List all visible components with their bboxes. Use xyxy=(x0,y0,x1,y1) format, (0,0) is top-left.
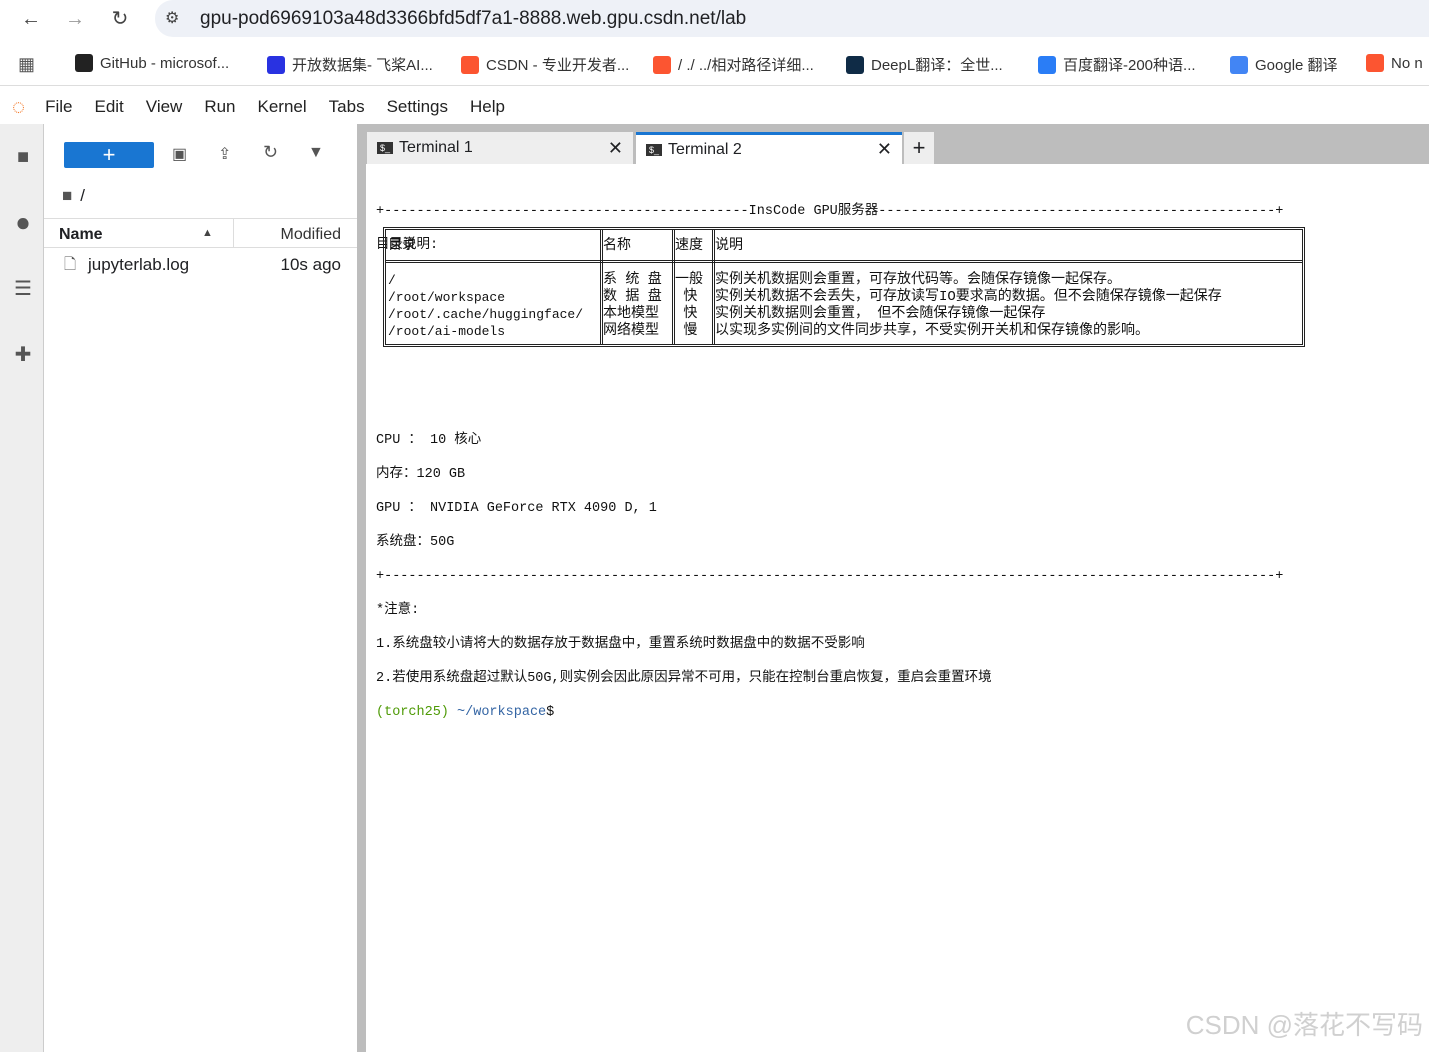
menu-kernel[interactable]: Kernel xyxy=(258,97,307,117)
tab-terminal-2[interactable]: $_ Terminal 2 ✕ xyxy=(636,132,902,164)
extensions-icon[interactable]: ✚ xyxy=(10,342,36,368)
menu-bar: ◌ File Edit View Run Kernel Tabs Setting… xyxy=(0,90,1429,124)
bookmark-item[interactable]: DeepL翻译：全世... xyxy=(846,54,1003,75)
menu-edit[interactable]: Edit xyxy=(94,97,123,117)
col-name: 系 统 盘 数 据 盘 本地模型 网络模型 xyxy=(603,272,662,339)
cpu-info: CPU ： 10 核心 xyxy=(376,433,482,448)
menu-file[interactable]: File xyxy=(45,97,72,117)
bookmark-label: 开放数据集- 飞桨AI... xyxy=(292,57,433,74)
tab-terminal-1[interactable]: $_ Terminal 1 ✕ xyxy=(367,132,633,164)
site-info-icon[interactable]: ⚙ xyxy=(165,8,179,28)
folder-icon[interactable]: ■ xyxy=(62,186,72,206)
menu-help[interactable]: Help xyxy=(470,97,505,117)
breadcrumb-root[interactable]: / xyxy=(80,186,85,206)
banner: +---------------------------------------… xyxy=(376,204,1284,219)
bookmark-label: GitHub - microsof... xyxy=(100,54,230,72)
note-2: 2.若使用系统盘超过默认50G,则实例会因此原因异常不可用，只能在控制台重启恢复… xyxy=(376,671,992,686)
terminal-icon: $_ xyxy=(646,143,663,156)
panel-splitter[interactable] xyxy=(357,124,366,1052)
bookmark-item[interactable]: CSDN - 专业开发者... xyxy=(461,54,629,75)
header-dir: 目录 xyxy=(388,238,416,254)
toc-icon[interactable]: ☰ xyxy=(10,276,36,302)
browser-toolbar: ← → ↻ ⚙ gpu-pod6969103a48d3366bfd5df7a1-… xyxy=(0,0,1429,40)
file-modified: 10s ago xyxy=(280,255,342,274)
header-speed: 速度 xyxy=(675,238,703,254)
bookmark-favicon-icon xyxy=(267,55,285,74)
bookmark-favicon-icon xyxy=(653,55,671,74)
menu-tabs[interactable]: Tabs xyxy=(329,97,365,117)
bookmark-item[interactable]: / ./ ../相对路径详细... xyxy=(653,54,814,75)
file-list-header: Name ▲ Modified xyxy=(44,218,357,248)
disk-info: 系统盘：50G xyxy=(376,535,455,550)
bookmark-favicon-icon xyxy=(846,55,864,74)
gpu-info: GPU ： NVIDIA GeForce RTX 4090 D, 1 xyxy=(376,501,657,516)
upload-icon[interactable]: ⇪ xyxy=(218,144,231,164)
bookmark-item[interactable]: 百度翻译-200种语... xyxy=(1038,54,1196,75)
back-icon[interactable]: ← xyxy=(18,6,44,32)
modified-column-header[interactable]: Modified xyxy=(281,226,341,244)
forward-icon[interactable]: → xyxy=(62,6,88,32)
new-tab-button[interactable]: + xyxy=(904,132,934,164)
file-name[interactable]: jupyterlab.log xyxy=(88,255,189,275)
bookmark-label: No n xyxy=(1391,54,1423,72)
header-desc: 说明 xyxy=(715,238,743,254)
terminal-icon: $_ xyxy=(377,142,394,154)
separator: +---------------------------------------… xyxy=(376,569,1284,584)
bookmark-label: DeepL翻译：全世... xyxy=(871,57,1003,74)
file-icon: 🗋 xyxy=(64,256,77,273)
col-speed: 一般 快 快 慢 xyxy=(675,272,703,339)
refresh-icon[interactable]: ↻ xyxy=(263,142,278,163)
col-dir: / /root/workspace /root/.cache/huggingfa… xyxy=(388,273,584,339)
directory-table: 目录 名称 速度 说明 / /root/workspace /root/.cac… xyxy=(383,227,1305,347)
mem-info: 内存：120 GB xyxy=(376,467,466,482)
watermark: CSDN @落花不写码 xyxy=(1185,1010,1423,1040)
prompt-dir: ~/workspace xyxy=(457,705,547,720)
prompt-env: (torch25) xyxy=(376,705,449,720)
bookmark-label: Google 翻译 xyxy=(1255,57,1338,74)
jupyter-logo-icon: ◌ xyxy=(12,94,26,119)
file-row[interactable]: 🗋 jupyterlab.log 10s ago xyxy=(44,250,357,278)
col-desc: 实例关机数据则会重置，可存放代码等。会随保存镜像一起保存。 实例关机数据不会丢失… xyxy=(715,272,1222,339)
bookmark-favicon-icon xyxy=(1230,55,1248,74)
new-folder-icon[interactable]: ▣ xyxy=(172,144,187,164)
sort-asc-icon: ▲ xyxy=(202,227,213,239)
close-icon[interactable]: ✕ xyxy=(877,139,892,160)
menu-settings[interactable]: Settings xyxy=(387,97,448,117)
bookmark-item[interactable]: Google 翻译 xyxy=(1230,54,1338,75)
prompt: (torch25) ~/workspace$ xyxy=(376,704,1283,721)
breadcrumb: ■ / xyxy=(62,186,85,206)
url-text[interactable]: gpu-pod6969103a48d3366bfd5df7a1-8888.web… xyxy=(200,8,746,30)
apps-icon[interactable]: ▦ xyxy=(18,54,35,75)
new-launcher-button[interactable]: + xyxy=(64,142,154,168)
bookmark-item[interactable]: GitHub - microsof... xyxy=(75,54,229,72)
bookmark-label: 百度翻译-200种语... xyxy=(1063,57,1196,74)
bookmark-label: / ./ ../相对路径详细... xyxy=(678,57,814,74)
reload-icon[interactable]: ↻ xyxy=(107,6,133,32)
tab-label: Terminal 2 xyxy=(668,140,742,158)
bookmark-favicon-icon xyxy=(1038,55,1056,74)
filter-icon[interactable]: ▼ xyxy=(308,144,324,162)
prompt-symbol: $ xyxy=(546,705,555,720)
bookmark-item[interactable]: No n xyxy=(1366,54,1423,72)
tab-label: Terminal 1 xyxy=(399,139,473,156)
bookmark-favicon-icon xyxy=(461,55,479,74)
bookmark-favicon-icon xyxy=(75,54,93,72)
menu-run[interactable]: Run xyxy=(204,97,235,117)
menu-view[interactable]: View xyxy=(146,97,183,117)
note-title: *注意: xyxy=(376,603,420,618)
file-browser: + ▣ ⇪ ↻ ▼ ■ / Name ▲ Modified 🗋 jupyterl… xyxy=(44,124,357,1052)
name-column-header[interactable]: Name xyxy=(59,226,103,244)
running-icon[interactable]: ⏺ xyxy=(10,210,36,237)
folder-icon[interactable]: ■ xyxy=(10,146,36,172)
activity-bar: ■ ⏺ ☰ ✚ xyxy=(0,124,44,1052)
note-1: 1.系统盘较小请将大的数据存放于数据盘中，重置系统时数据盘中的数据不受影响 xyxy=(376,637,865,652)
bookmark-favicon-icon xyxy=(1366,54,1384,72)
bookmark-item[interactable]: 开放数据集- 飞桨AI... xyxy=(267,54,433,75)
header-name: 名称 xyxy=(603,238,631,254)
close-icon[interactable]: ✕ xyxy=(608,138,623,159)
bookmark-label: CSDN - 专业开发者... xyxy=(486,57,630,74)
